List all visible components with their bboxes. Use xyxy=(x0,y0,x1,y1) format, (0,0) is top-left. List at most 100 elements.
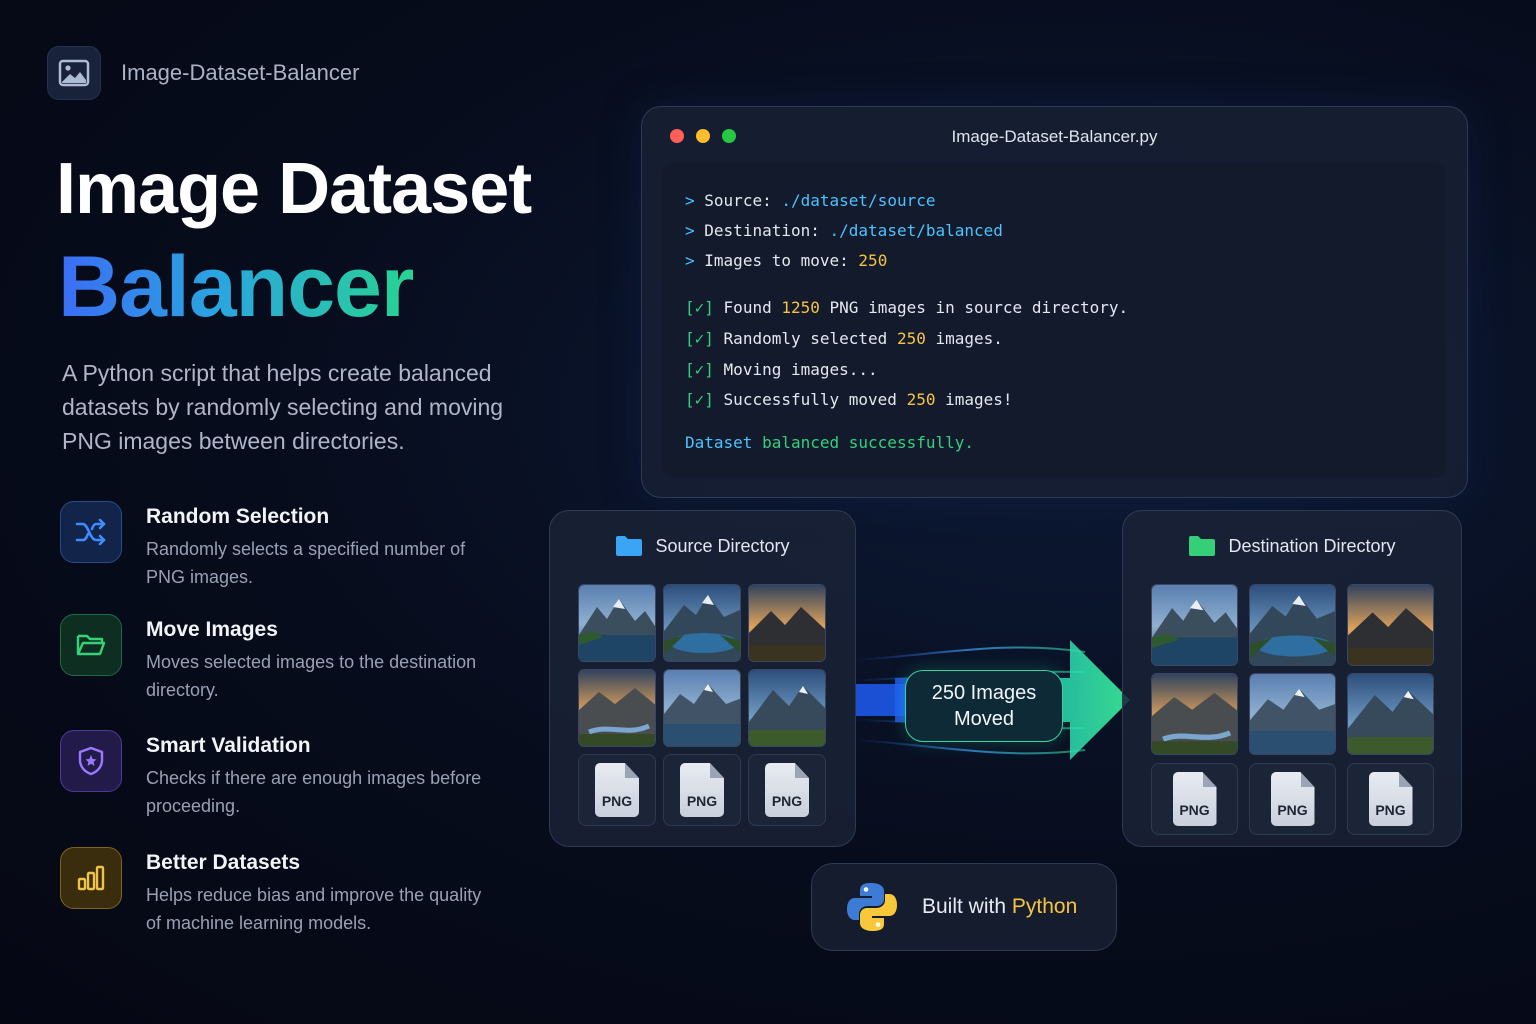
png-file-icon: PNG xyxy=(1172,772,1217,826)
moved-badge-line2: Moved xyxy=(953,708,1015,730)
brand-name: Image-Dataset-Balancer xyxy=(121,60,360,85)
built-with-prefix: Built with xyxy=(922,895,1007,918)
selected-text: Randomly selected xyxy=(723,329,888,348)
final-word: Dataset xyxy=(685,433,753,452)
feature-desc: Randomly selects a specified number of P… xyxy=(146,539,466,587)
destination-directory-title: Destination Directory xyxy=(1228,535,1396,556)
selected-count: 250 xyxy=(896,329,926,348)
image-thumbnail[interactable] xyxy=(663,584,741,662)
source-label: Source: xyxy=(704,191,772,210)
found-count: 1250 xyxy=(781,298,820,317)
folder-icon xyxy=(616,536,643,556)
feature-icon-box xyxy=(60,501,122,563)
bar-chart-icon xyxy=(77,865,105,891)
dest-value: ./dataset/balanced xyxy=(829,221,1003,240)
built-with-language: Python xyxy=(1011,895,1078,918)
feature-title: Random Selection xyxy=(146,505,330,528)
png-file-icon: PNG xyxy=(765,763,809,817)
terminal-title: Image-Dataset-Balancer.py xyxy=(951,127,1158,146)
source-value: ./dataset/source xyxy=(781,191,936,210)
feature-smart-validation: Smart Validation Checks if there are eno… xyxy=(60,730,530,830)
png-file-tile[interactable]: PNG xyxy=(578,754,656,826)
terminal-line-destination: > Destination: ./dataset/balanced xyxy=(685,221,1003,240)
moved-count: 250 xyxy=(906,390,936,409)
images-moved-badge: 250 Images Moved xyxy=(905,670,1063,742)
check-mark: [✓] xyxy=(685,329,714,348)
check-mark: [✓] xyxy=(685,298,714,317)
built-with-text: Built with Python xyxy=(922,895,1077,919)
terminal-line-final: Dataset balanced successfully. xyxy=(685,433,974,452)
shuffle-icon xyxy=(75,518,106,546)
python-logo-icon xyxy=(847,883,897,931)
hero-description: A Python script that helps create balanc… xyxy=(62,360,504,454)
prompt-symbol: > xyxy=(685,191,695,210)
feature-desc: Helps reduce bias and improve the qualit… xyxy=(146,885,482,933)
moved-text-post: images! xyxy=(945,390,1013,409)
image-thumbnail[interactable] xyxy=(748,584,826,662)
terminal-output: > Source: ./dataset/source > Destination… xyxy=(662,163,1446,477)
destination-directory-header: Destination Directory xyxy=(1123,535,1461,557)
feature-title: Better Datasets xyxy=(146,851,301,874)
moving-text: Moving images... xyxy=(723,360,878,379)
feature-better-datasets: Better Datasets Helps reduce bias and im… xyxy=(60,847,530,947)
image-thumbnail[interactable] xyxy=(748,669,826,747)
png-file-icon: PNG xyxy=(595,763,639,817)
final-status: balanced successfully. xyxy=(762,433,974,452)
feature-move-images: Move Images Moves selected images to the… xyxy=(60,614,530,714)
destination-directory-panel: Destination Directory PNG PNG PNG xyxy=(1122,510,1462,847)
feature-title: Move Images xyxy=(146,618,278,641)
found-text-post: PNG images in source directory. xyxy=(829,298,1129,317)
image-thumbnail[interactable] xyxy=(1347,584,1434,666)
terminal-line-moved: [✓] Successfully moved 250 images! xyxy=(685,390,1013,409)
move-value: 250 xyxy=(858,251,888,270)
source-directory-header: Source Directory xyxy=(550,535,855,557)
hero-title-line2: Balancer xyxy=(58,239,414,335)
image-thumbnail[interactable] xyxy=(1249,584,1336,666)
source-directory-title: Source Directory xyxy=(655,535,790,556)
brand-logo xyxy=(47,46,101,100)
folder-icon xyxy=(1189,536,1216,556)
png-file-tile[interactable]: PNG xyxy=(1151,763,1238,835)
terminal-window: Image-Dataset-Balancer.py > Source: ./da… xyxy=(641,106,1468,498)
png-file-icon: PNG xyxy=(680,763,724,817)
dest-label: Destination: xyxy=(704,221,820,240)
selected-text-post: images. xyxy=(935,329,1003,348)
shield-check-icon xyxy=(78,746,104,776)
terminal-line-move-count: > Images to move: 250 xyxy=(685,251,887,270)
terminal-line-selected: [✓] Randomly selected 250 images. xyxy=(685,329,1003,348)
hero-title-line1: Image Dataset xyxy=(56,149,532,229)
built-with-badge: Built with Python xyxy=(811,863,1117,951)
found-text: Found xyxy=(723,298,772,317)
terminal-line-moving: [✓] Moving images... xyxy=(685,360,878,379)
image-icon xyxy=(58,59,90,87)
png-file-icon: PNG xyxy=(1270,772,1315,826)
png-file-tile[interactable]: PNG xyxy=(1347,763,1434,835)
folder-open-icon xyxy=(76,634,106,656)
moved-text: Successfully moved xyxy=(723,390,897,409)
feature-icon-box xyxy=(60,730,122,792)
image-thumbnail[interactable] xyxy=(1151,673,1238,755)
image-thumbnail[interactable] xyxy=(1151,584,1238,666)
image-thumbnail[interactable] xyxy=(1249,673,1336,755)
png-file-tile[interactable]: PNG xyxy=(748,754,826,826)
source-directory-panel: Source Directory PNG PNG PNG xyxy=(549,510,856,847)
check-mark: [✓] xyxy=(685,360,714,379)
feature-icon-box xyxy=(60,614,122,676)
check-mark: [✓] xyxy=(685,390,714,409)
moved-badge-line1: 250 Images xyxy=(931,682,1037,704)
image-thumbnail[interactable] xyxy=(578,669,656,747)
image-thumbnail[interactable] xyxy=(663,669,741,747)
png-file-tile[interactable]: PNG xyxy=(1249,763,1336,835)
move-label: Images to move: xyxy=(704,251,849,270)
image-thumbnail[interactable] xyxy=(1347,673,1434,755)
feature-random-selection: Random Selection Randomly selects a spec… xyxy=(60,501,530,601)
png-file-icon: PNG xyxy=(1368,772,1413,826)
feature-desc: Moves selected images to the destination… xyxy=(146,652,477,700)
terminal-line-source: > Source: ./dataset/source xyxy=(685,191,935,210)
image-thumbnail[interactable] xyxy=(578,584,656,662)
feature-icon-box xyxy=(60,847,122,909)
terminal-line-found: [✓] Found 1250 PNG images in source dire… xyxy=(685,298,1128,317)
png-file-tile[interactable]: PNG xyxy=(663,754,741,826)
feature-title: Smart Validation xyxy=(146,734,311,757)
prompt-symbol: > xyxy=(685,251,695,270)
